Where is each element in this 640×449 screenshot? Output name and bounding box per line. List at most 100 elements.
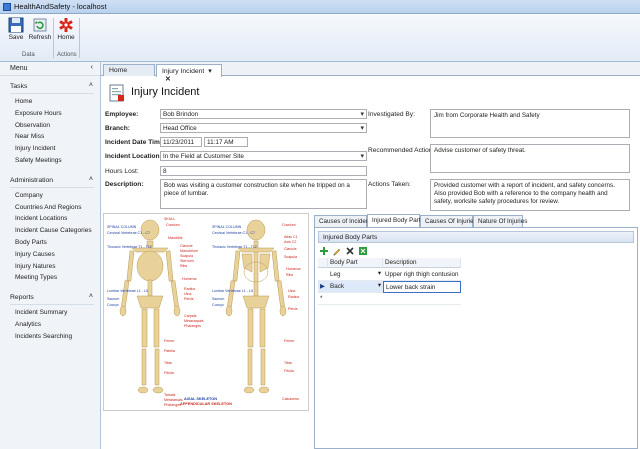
- save-icon: [8, 17, 24, 33]
- body-part-cell[interactable]: Back ▾: [328, 281, 383, 293]
- employee-label: Employee:: [105, 111, 139, 118]
- description-cell[interactable]: Upper righ thigh contusion: [383, 269, 461, 281]
- skeleton-label: Mandible: [168, 236, 183, 240]
- recommended-actions-textarea[interactable]: Advise customer of safety threat.: [430, 144, 630, 173]
- section-title: Reports: [10, 294, 34, 302]
- selected-row-indicator: ▶: [320, 283, 325, 290]
- branch-label: Branch:: [105, 125, 130, 132]
- skeleton-label: Humerus: [286, 267, 301, 271]
- table-row[interactable]: ▶ Back ▾ Lower back strain: [318, 281, 461, 293]
- sidebar-item-analytics[interactable]: Analytics: [0, 319, 100, 331]
- skeleton-label: Cervical Vertebrae C1 - C7: [107, 231, 150, 235]
- skeleton-label: Ulna: [184, 292, 191, 296]
- skeleton-label: Thoracic Vertebrae T1 - T12: [107, 245, 152, 249]
- injury-incident-screen: Injury Incident Employee: Bob Brindon Br…: [103, 77, 638, 449]
- edit-icon[interactable]: [332, 246, 342, 256]
- chevron-up-icon[interactable]: ˄: [89, 293, 93, 300]
- sidebar-item-observation[interactable]: Observation: [0, 120, 100, 132]
- body-part-cell[interactable]: Leg ▾: [328, 269, 383, 281]
- tab-injured-body-parts[interactable]: Injured Body Parts: [367, 214, 424, 227]
- skeleton-label: Lumbar Vertebrae L1 - L5: [212, 289, 253, 293]
- hours-lost-input[interactable]: 8: [160, 166, 367, 176]
- skeleton-label: Manubrium: [180, 249, 198, 253]
- skeleton-label: SPINAL COLUMN: [212, 225, 242, 229]
- new-row[interactable]: *: [318, 293, 461, 305]
- skeleton-label: Patella: [164, 349, 175, 353]
- investigated-by-textarea[interactable]: Jim from Corporate Health and Safety: [430, 109, 630, 138]
- skeleton-label: Tibia: [284, 361, 292, 365]
- document-tabs: Home Injury Incident ▾ ✕: [101, 62, 640, 83]
- skeleton-label: Cervical Vertebrae C1 - C7: [212, 231, 255, 235]
- collapse-menu-icon[interactable]: ‹: [91, 64, 93, 71]
- main-content: Home Injury Incident ▾ ✕ Injury Incident…: [101, 62, 640, 449]
- add-icon[interactable]: [319, 246, 329, 256]
- column-body-part[interactable]: Body Part: [328, 258, 383, 268]
- save-button[interactable]: Save: [4, 17, 28, 51]
- tab-causes-of-injuries[interactable]: Causes Of Injuries: [420, 215, 477, 227]
- section-reports[interactable]: Reports ˄: [0, 291, 100, 304]
- tab-dropdown-icon[interactable]: ▾: [208, 68, 211, 75]
- skeleton-label: Ulna: [288, 289, 295, 293]
- description-cell-editing[interactable]: Lower back strain: [383, 281, 461, 293]
- detail-tabs: Causes of Incident Injured Body Parts Ca…: [314, 214, 638, 227]
- skeleton-label: Femur: [284, 339, 295, 343]
- sidebar-item-incident-locations[interactable]: Incident Locations: [0, 213, 100, 225]
- refresh-label: Refresh: [28, 34, 52, 41]
- tab-causes-of-incident[interactable]: Causes of Incident: [314, 215, 371, 227]
- column-description[interactable]: Description: [383, 258, 461, 268]
- sidebar-item-countries-and-regions[interactable]: Countries And Regions: [0, 202, 100, 214]
- sidebar-item-company[interactable]: Company: [0, 190, 100, 202]
- home-label: Home: [57, 34, 75, 41]
- sidebar-item-body-parts[interactable]: Body Parts: [0, 237, 100, 249]
- employee-select[interactable]: Bob Brindon: [160, 109, 367, 119]
- home-button[interactable]: Home: [54, 17, 78, 51]
- skeleton-label: Clavicle: [284, 247, 297, 251]
- row-indicator: [318, 269, 328, 281]
- sidebar-item-incidents-searching[interactable]: Incidents Searching: [0, 331, 100, 343]
- skeleton-label: Radius: [184, 287, 195, 291]
- sidebar-item-near-miss[interactable]: Near Miss: [0, 131, 100, 143]
- skeleton-label: Atlas C1: [284, 235, 298, 239]
- ribbon: Save Refresh Home Data Actions: [0, 14, 640, 62]
- section-administration[interactable]: Administration ˄: [0, 174, 100, 187]
- title-bar: HealthAndSafety - localhost: [0, 0, 640, 14]
- chevron-down-icon[interactable]: ▾: [378, 282, 381, 289]
- incident-time-input[interactable]: 11:17 AM: [204, 137, 248, 147]
- tab-injury-incident[interactable]: Injury Incident ▾ ✕: [156, 64, 222, 83]
- section-tasks[interactable]: Tasks ˄: [0, 80, 100, 93]
- export-icon[interactable]: [358, 246, 368, 256]
- skeleton-label: Ribs: [286, 273, 293, 277]
- refresh-button[interactable]: Refresh: [28, 17, 52, 51]
- skeleton-label: Ribs: [180, 264, 187, 268]
- table-row[interactable]: Leg ▾ Upper righ thigh contusion: [318, 269, 461, 281]
- sidebar-item-injury-causes[interactable]: Injury Causes: [0, 249, 100, 261]
- chevron-up-icon[interactable]: ˄: [89, 82, 93, 89]
- sidebar-item-meeting-types[interactable]: Meeting Types: [0, 272, 100, 284]
- tab-nature-of-injuries[interactable]: Nature Of Injuries: [473, 215, 527, 227]
- actions-taken-textarea[interactable]: Provided customer with a report of incid…: [430, 179, 630, 211]
- sidebar-item-injury-incident[interactable]: Injury Incident: [0, 143, 100, 155]
- sidebar-item-exposure-hours[interactable]: Exposure Hours: [0, 108, 100, 120]
- sidebar-item-incident-cause-categories[interactable]: Incident Cause Categories: [0, 225, 100, 237]
- chevron-up-icon[interactable]: ˄: [89, 176, 93, 183]
- ribbon-group-data: Data: [22, 52, 35, 58]
- menu-header[interactable]: Menu ‹: [0, 62, 100, 76]
- skeleton-label: Radius: [288, 295, 299, 299]
- incident-location-select[interactable]: In the Field at Customer Site: [160, 151, 367, 161]
- sidebar-item-safety-meetings[interactable]: Safety Meetings: [0, 155, 100, 167]
- investigated-by-label: Investigated By:: [368, 111, 415, 118]
- chevron-down-icon[interactable]: ▾: [378, 270, 381, 277]
- sidebar-item-injury-natures[interactable]: Injury Natures: [0, 261, 100, 273]
- section-title: Tasks: [10, 83, 28, 90]
- branch-select[interactable]: Head Office: [160, 123, 367, 133]
- skeleton-label: Scapula: [284, 255, 297, 259]
- skeleton-label: Thoracic Vertebrae T1 - T12: [212, 245, 257, 249]
- incident-date-input[interactable]: 11/23/2011: [160, 137, 202, 147]
- sidebar-item-incident-summary[interactable]: Incident Summary: [0, 307, 100, 319]
- description-textarea[interactable]: Bob was visiting a customer construction…: [160, 179, 367, 209]
- skeleton-label: Cranium: [282, 223, 296, 227]
- injured-body-parts-panel: Injured Body Parts Body Part Description…: [314, 227, 638, 449]
- tab-home[interactable]: Home: [103, 64, 155, 76]
- delete-icon[interactable]: [345, 246, 355, 256]
- sidebar-item-home[interactable]: Home: [0, 96, 100, 108]
